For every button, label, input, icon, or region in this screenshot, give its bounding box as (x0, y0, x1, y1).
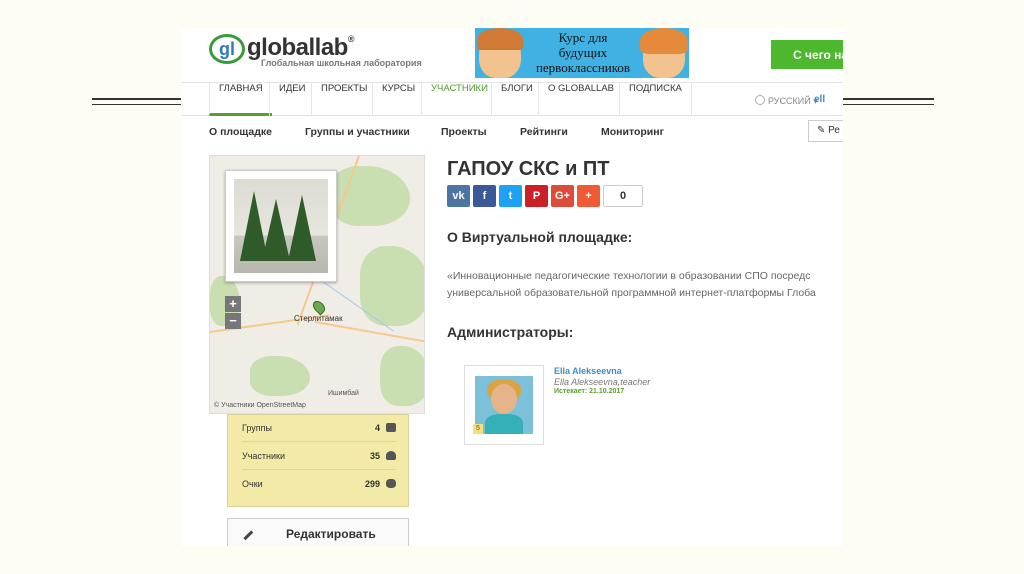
screenshot-frame: gl globallab® Глобальная школьная лабора… (181, 28, 843, 546)
twitter-icon[interactable]: t (499, 185, 522, 207)
about-line: универсальной образовательной программно… (447, 287, 816, 299)
zoom-in-button[interactable]: + (225, 296, 241, 312)
subnav-item-ratings[interactable]: Рейтинги (520, 126, 568, 138)
nav-item-home[interactable]: Главная (209, 83, 272, 116)
subnav-item-groups[interactable]: Группы и участники (305, 126, 410, 138)
admins-heading: Администраторы: (447, 324, 574, 340)
nav-item-about[interactable]: О GlobalLab (538, 83, 623, 116)
share-count: 0 (603, 185, 643, 207)
stat-row[interactable]: Группы 4 (242, 415, 396, 442)
decor-line (92, 104, 182, 105)
logo-icon[interactable]: gl (209, 34, 245, 64)
site-photo (234, 179, 328, 273)
nav-item-subscription[interactable]: Подписка (619, 83, 692, 116)
map-forest (250, 356, 310, 396)
site-photo-card[interactable] (225, 170, 337, 282)
decor-line (92, 98, 182, 100)
promo-banner[interactable]: Курс для будущих первоклассников (475, 28, 689, 78)
zoom-out-button[interactable]: − (225, 313, 241, 329)
subnav-item-projects[interactable]: Проекты (441, 126, 487, 138)
admin-card[interactable]: 5 (464, 365, 544, 445)
map-credit[interactable]: © Участники OpenStreetMap (214, 402, 306, 409)
girl-illustration (640, 28, 688, 78)
logo-tagline: Глобальная школьная лаборатория (261, 58, 422, 68)
page-title: ГАПОУ СКС и ПТ (447, 158, 610, 180)
tree-illustration (288, 195, 316, 261)
admin-role: Ella Alekseevna,teacher (554, 377, 651, 387)
location-map[interactable]: + − Стерлитамак Ишимбай © Участники Open… (209, 155, 425, 414)
stat-label: Очки (242, 479, 263, 489)
get-started-button[interactable]: С чего на (771, 40, 843, 69)
facebook-icon[interactable]: f (473, 185, 496, 207)
about-line: «Инновационные педагогические технологии… (447, 270, 811, 282)
nav-item-projects[interactable]: Проекты (311, 83, 376, 116)
user-menu[interactable]: ell (814, 94, 825, 105)
map-forest (380, 346, 424, 406)
decor-line (842, 98, 934, 100)
nav-item-participants[interactable]: Участники (421, 83, 497, 116)
admin-name-link[interactable]: Ella Alekseevna (554, 366, 622, 376)
language-selector[interactable]: РУССКИЙ ▾ (755, 95, 818, 107)
stat-value: 299 (364, 479, 380, 489)
stat-label: Группы (242, 423, 272, 433)
admin-expiry: Истекает: 21.10.2017 (554, 388, 625, 395)
nav-item-ideas[interactable]: Идеи (269, 83, 314, 116)
banner-text: Курс для будущих первоклассников (535, 30, 631, 75)
avatar-face (491, 384, 517, 414)
plus-icon[interactable]: + (577, 185, 600, 207)
groups-icon (386, 423, 396, 432)
boy-illustration (477, 28, 523, 78)
about-heading: О Виртуальной площадке: (447, 229, 633, 245)
level-badge: 5 (473, 424, 483, 434)
stat-value: 35 (369, 451, 380, 461)
edit-top-label: Ре (828, 125, 840, 136)
edit-top-button[interactable]: ✎ Ре (808, 120, 843, 142)
language-label: РУССКИЙ (768, 96, 811, 106)
user-icon (386, 451, 396, 460)
decor-line (842, 104, 934, 105)
nav-item-courses[interactable]: Курсы (372, 83, 424, 116)
map-city-label: Стерлитамак (294, 314, 343, 323)
map-town-label: Ишимбай (328, 390, 359, 397)
logo-registered-mark: ® (347, 34, 355, 44)
stat-value: 4 (374, 423, 380, 433)
stat-row[interactable]: Очки 299 (242, 471, 396, 498)
avatar-shirt (485, 414, 523, 434)
map-pin-icon[interactable] (310, 298, 328, 316)
tree-illustration (262, 199, 290, 261)
pencil-icon: ✎ (817, 125, 826, 136)
pencil-icon (237, 524, 254, 541)
subnav-item-monitoring[interactable]: Мониторинг (601, 126, 664, 138)
coins-icon (386, 479, 396, 488)
map-road (314, 321, 424, 344)
edit-button[interactable]: Редактировать (227, 518, 409, 546)
google-plus-icon[interactable]: G+ (551, 185, 574, 207)
vk-icon[interactable]: vk (447, 185, 470, 207)
nav-item-blogs[interactable]: Блоги (491, 83, 542, 116)
main-nav: Главная Идеи Проекты Курсы Участники Бло… (181, 82, 843, 116)
logo-name: globallab (247, 34, 348, 61)
about-description: «Инновационные педагогические технологии… (447, 268, 843, 302)
avatar[interactable] (475, 376, 533, 434)
stat-row[interactable]: Участники 35 (242, 443, 396, 470)
stats-panel: Группы 4 Участники 35 Очки 299 (227, 414, 409, 507)
pinterest-icon[interactable]: P (525, 185, 548, 207)
stat-label: Участники (242, 451, 285, 461)
edit-button-label: Редактировать (286, 527, 376, 541)
globe-icon (755, 95, 765, 105)
subnav-item-about[interactable]: О площадке (209, 126, 272, 138)
